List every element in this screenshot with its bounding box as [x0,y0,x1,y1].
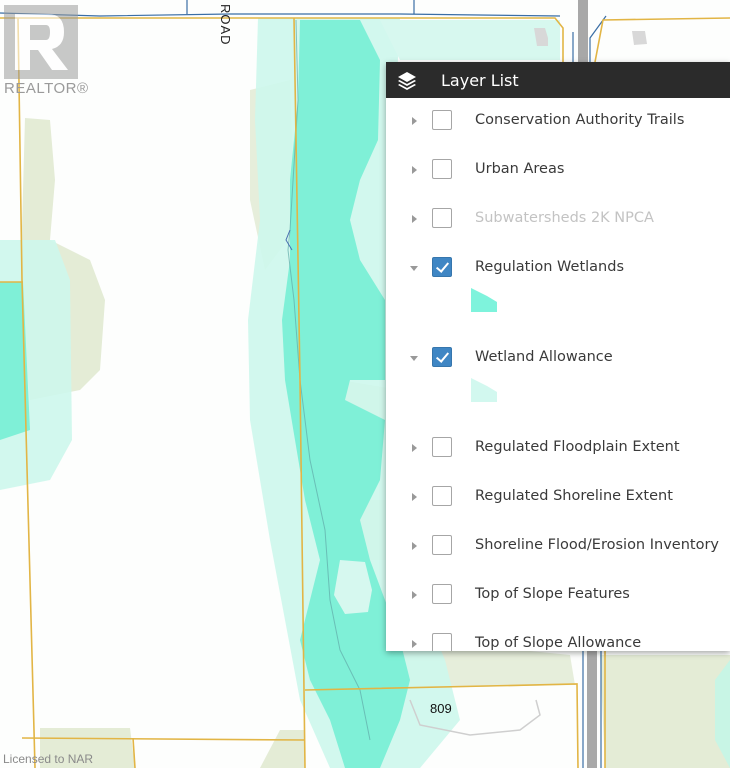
caret-right-icon[interactable] [412,640,417,648]
layer-checkbox[interactable] [432,633,452,651]
layer-checkbox[interactable] [432,486,452,506]
layer-label: Urban Areas [475,161,565,177]
layer-checkbox[interactable] [432,437,452,457]
layer-label: Top of Slope Allowance [475,635,642,651]
caret-right-icon[interactable] [412,444,417,452]
road-name-label: ROAD [218,4,233,46]
layer-row[interactable]: Conservation Authority Trails [386,106,730,136]
panel-header: Layer List [386,62,730,98]
layer-row[interactable]: Top of Slope Features [386,580,730,610]
legend-swatch-icon [471,378,497,402]
layer-row[interactable]: Regulation Wetlands [386,253,730,283]
legend-swatch-icon [471,288,497,312]
caret-right-icon[interactable] [412,542,417,550]
layer-checkbox[interactable] [432,159,452,179]
license-text: Licensed to NAR [3,752,94,766]
parcel-number-label: 809 [430,701,452,716]
road [587,651,597,768]
layer-label: Subwatersheds 2K NPCA [475,210,654,226]
layers-icon [398,72,416,90]
caret-right-icon[interactable] [412,591,417,599]
realtor-logo-icon [4,5,78,79]
layer-row[interactable]: Subwatersheds 2K NPCA [386,204,730,234]
caret-right-icon[interactable] [412,493,417,501]
woodland-area [600,655,730,768]
road [578,0,588,62]
panel-title: Layer List [441,70,519,90]
layer-label: Conservation Authority Trails [475,112,685,128]
caret-down-icon[interactable] [410,266,418,271]
building [632,31,647,45]
layer-row[interactable]: Shoreline Flood/Erosion Inventory [386,531,730,561]
layer-label: Wetland Allowance [475,349,613,365]
layer-label: Top of Slope Features [475,586,630,602]
layer-row[interactable]: Regulated Floodplain Extent [386,433,730,463]
caret-right-icon[interactable] [412,117,417,125]
layer-label: Regulated Shoreline Extent [475,488,673,504]
caret-right-icon[interactable] [412,215,417,223]
layer-label: Regulated Floodplain Extent [475,439,680,455]
layer-label: Regulation Wetlands [475,259,624,275]
layer-checkbox[interactable] [432,347,452,367]
layer-list-panel: Layer List Conservation Authority Trails… [386,62,730,651]
realtor-watermark-label: REALTOR® [4,80,89,97]
caret-down-icon[interactable] [410,356,418,361]
layer-label: Shoreline Flood/Erosion Inventory [475,537,719,553]
layer-row[interactable]: Top of Slope Allowance [386,629,730,651]
caret-right-icon[interactable] [412,166,417,174]
layer-checkbox[interactable] [432,584,452,604]
layer-checkbox[interactable] [432,257,452,277]
layer-row[interactable]: Wetland Allowance [386,343,730,373]
layer-checkbox[interactable] [432,535,452,555]
layer-row[interactable]: Urban Areas [386,155,730,185]
wetland-allowance-area [380,20,560,60]
layer-checkbox[interactable] [432,208,452,228]
layer-row[interactable]: Regulated Shoreline Extent [386,482,730,512]
layer-checkbox[interactable] [432,110,452,130]
